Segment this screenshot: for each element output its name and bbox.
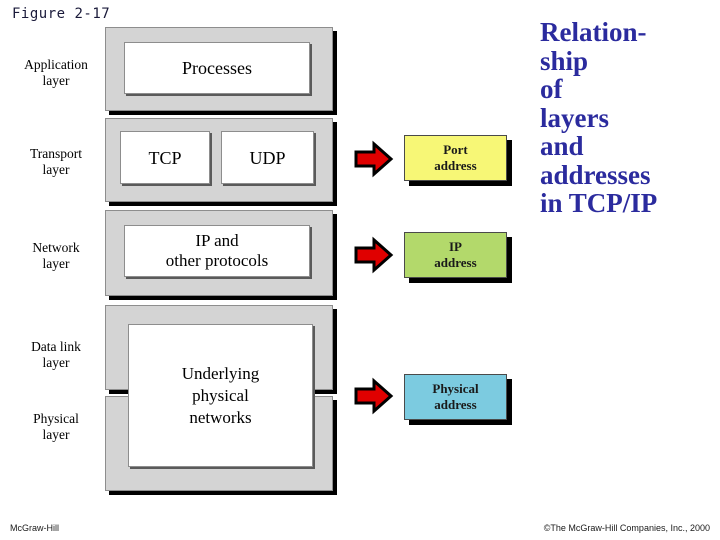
underlying-physical-networks-box: Underlying physical networks: [128, 324, 313, 467]
layer-label-application: Application layer: [10, 57, 102, 88]
transport-protocol-label-udp: UDP: [249, 147, 286, 168]
layer-label-datalink: Data link layer: [10, 339, 102, 370]
transport-protocol-label-tcp: TCP: [148, 147, 182, 168]
transport-protocol-box-tcp: TCP: [120, 131, 210, 184]
address-box-port: Port address: [404, 135, 507, 181]
network-protocol-label-line1: IP and: [195, 231, 239, 250]
address-box-ip-line1: IP: [449, 239, 462, 254]
underlying-networks-line2: physical: [192, 385, 249, 405]
underlying-networks-line1: Underlying: [181, 363, 260, 383]
network-protocol-label-line2: other protocols: [165, 251, 269, 270]
layer-label-transport-line1: Transport: [29, 146, 82, 161]
layer-label-physical-line1: Physical: [33, 411, 79, 426]
address-box-ip: IP address: [404, 232, 507, 278]
application-protocol-box: Processes: [124, 42, 310, 94]
address-box-physical-line2: address: [434, 397, 477, 412]
layer-label-application-line2: layer: [42, 72, 70, 88]
layer-label-transport: Transport layer: [10, 146, 102, 177]
footer-copyright: ©The McGraw-Hill Companies, Inc., 2000: [543, 523, 710, 533]
layer-label-physical: Physical layer: [10, 411, 102, 442]
layer-label-network-line1: Network: [32, 240, 80, 255]
address-box-ip-line2: address: [434, 255, 477, 270]
layer-box-transport: TCP UDP: [105, 118, 333, 202]
address-box-port-line1: Port: [443, 142, 468, 157]
layer-label-datalink-line1: Data link: [31, 339, 81, 354]
application-protocol-label: Processes: [182, 58, 252, 78]
layer-box-network: IP and other protocols: [105, 210, 333, 296]
underlying-networks-line3: networks: [189, 407, 252, 427]
network-protocol-box: IP and other protocols: [124, 225, 310, 277]
transport-protocol-box-udp: UDP: [221, 131, 314, 184]
layer-label-network: Network layer: [10, 240, 102, 271]
layer-box-application: Processes: [105, 27, 333, 111]
title-line-4: layers: [540, 102, 609, 133]
title-line-2: ship: [540, 45, 589, 76]
page-title: Relation- ship of layers and addresses i…: [540, 18, 716, 218]
title-line-5: and: [540, 131, 584, 161]
address-box-physical-line1: Physical: [432, 381, 479, 396]
layer-label-transport-line2: layer: [42, 161, 70, 177]
title-line-6: addresses: [540, 159, 651, 190]
layer-label-application-line1: Application: [24, 57, 88, 72]
layer-label-datalink-line2: layer: [42, 354, 70, 370]
title-line-3: of: [540, 74, 563, 104]
title-line-7: in TCP/IP: [540, 188, 658, 218]
address-box-port-line2: address: [434, 158, 477, 173]
arrow-right-icon-port: [352, 139, 394, 179]
title-line-1: Relation-: [540, 17, 647, 47]
layer-label-network-line2: layer: [42, 255, 70, 271]
footer-publisher: McGraw-Hill: [10, 523, 59, 533]
layer-label-physical-line2: layer: [42, 426, 70, 442]
address-box-physical: Physical address: [404, 374, 507, 420]
arrow-right-icon-ip: [352, 235, 394, 275]
arrow-right-icon-physical: [352, 376, 394, 416]
